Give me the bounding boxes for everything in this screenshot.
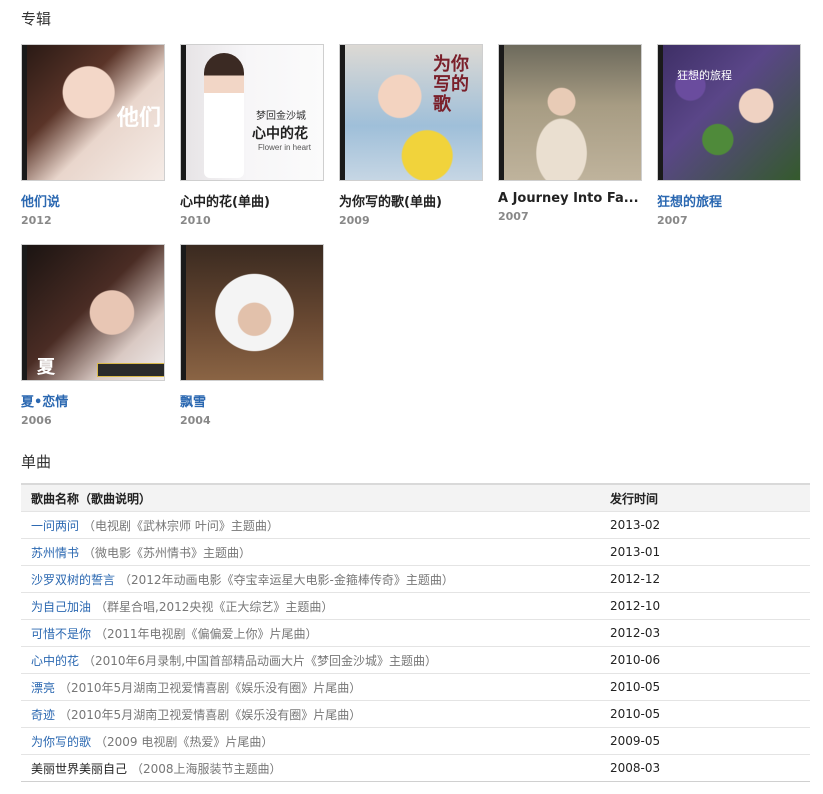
song-name-link[interactable]: 沙罗双树的誓言: [31, 573, 115, 587]
song-note: （2010年5月湖南卫视爱情喜剧《娱乐没有圈》片尾曲）: [59, 680, 362, 695]
album-year: 2007: [498, 210, 529, 223]
album-title[interactable]: 狂想的旅程: [657, 191, 801, 210]
song-name-link[interactable]: 苏州情书: [31, 546, 79, 560]
release-date: 2009-05: [600, 727, 810, 755]
cover-art: [504, 45, 641, 180]
release-date: 2012-10: [600, 592, 810, 620]
cover-title-text: 夏: [37, 357, 55, 378]
album-card[interactable]: 夏 夏•恋情 2006: [21, 244, 165, 427]
album-card[interactable]: 飘雪 2004: [180, 244, 324, 427]
album-year: 2007: [657, 214, 688, 227]
cover-banner: [97, 363, 164, 377]
column-header-date: 发行时间: [610, 491, 659, 506]
song-note: （2009 电视剧《热爱》片尾曲）: [95, 734, 274, 749]
release-date: 2008-03: [600, 754, 810, 782]
album-title[interactable]: A Journey Into Fa...: [498, 191, 642, 206]
release-date: 2013-01: [600, 538, 810, 566]
cover-title-text: 狂想的旅程: [677, 69, 732, 82]
release-date: 2012-03: [600, 619, 810, 647]
cover-art: [186, 245, 323, 380]
albums-heading: 专辑: [21, 10, 52, 28]
table-row: 心中的花 （2010年6月录制,中国首部精品动画大片《梦回金沙城》主题曲） 201…: [21, 646, 810, 674]
table-row: 为自己加油 （群星合唱,2012央视《正大综艺》主题曲） 2012-10: [21, 592, 810, 620]
cover-caption-text: Flower in heart: [258, 143, 311, 152]
song-note: （微电影《苏州情书》主题曲）: [83, 545, 252, 560]
column-header-song: 歌曲名称（歌曲说明）: [31, 491, 152, 506]
song-name-link[interactable]: 心中的花: [31, 654, 79, 668]
album-cover[interactable]: 狂想的旅程: [657, 44, 801, 181]
song-name-link[interactable]: 漂亮: [31, 681, 55, 695]
song-name-link[interactable]: 可惜不是你: [31, 627, 91, 641]
album-card[interactable]: A Journey Into Fa... 2007: [498, 44, 642, 223]
album-title[interactable]: 为你写的歌(单曲): [339, 191, 483, 210]
table-row: 为你写的歌 （2009 电视剧《热爱》片尾曲） 2009-05: [21, 727, 810, 755]
album-year: 2012: [21, 214, 52, 227]
cover-title-text: 心中的花: [252, 126, 308, 142]
album-card[interactable]: 梦回金沙城 心中的花 Flower in heart 心中的花(单曲) 2010: [180, 44, 324, 227]
release-date: 2010-05: [600, 700, 810, 728]
table-row: 沙罗双树的誓言 （2012年动画电影《夺宝幸运星大电影-金箍棒传奇》主题曲） 20…: [21, 565, 810, 593]
release-date: 2012-12: [600, 565, 810, 593]
album-title[interactable]: 飘雪: [180, 391, 324, 410]
singles-heading: 单曲: [21, 453, 52, 471]
song-note: （2010年6月录制,中国首部精品动画大片《梦回金沙城》主题曲）: [83, 653, 438, 668]
album-title[interactable]: 心中的花(单曲): [180, 191, 324, 210]
cover-title-text: 为你写的歌: [433, 54, 469, 115]
album-year: 2009: [339, 214, 370, 227]
cover-art: 为你写的歌: [345, 45, 482, 180]
album-title[interactable]: 夏•恋情: [21, 391, 165, 410]
song-note: （2011年电视剧《偏偏爱上你》片尾曲）: [95, 626, 318, 641]
album-year: 2010: [180, 214, 211, 227]
cover-art: 夏: [27, 245, 164, 380]
song-note: （群星合唱,2012央视《正大综艺》主题曲）: [95, 599, 334, 614]
cover-figure: [204, 53, 244, 178]
cover-art: 梦回金沙城 心中的花 Flower in heart: [186, 45, 323, 180]
song-note: （2012年动画电影《夺宝幸运星大电影-金箍棒传奇》主题曲）: [119, 572, 454, 587]
table-row: 美丽世界美丽自己 （2008上海服装节主题曲） 2008-03: [21, 754, 810, 782]
song-name-link[interactable]: 为你写的歌: [31, 735, 91, 749]
table-row: 漂亮 （2010年5月湖南卫视爱情喜剧《娱乐没有圈》片尾曲） 2010-05: [21, 673, 810, 701]
singles-table: 歌曲名称（歌曲说明） 发行时间 一问两问 （电视剧《武林宗师 叶问》主题曲） 20…: [21, 483, 810, 782]
table-row: 苏州情书 （微电影《苏州情书》主题曲） 2013-01: [21, 538, 810, 566]
album-cover[interactable]: 为你写的歌: [339, 44, 483, 181]
album-year: 2004: [180, 414, 211, 427]
song-note: （电视剧《武林宗师 叶问》主题曲）: [83, 518, 279, 533]
release-date: 2013-02: [600, 511, 810, 539]
table-row: 奇迹 （2010年5月湖南卫视爱情喜剧《娱乐没有圈》片尾曲） 2010-05: [21, 700, 810, 728]
release-date: 2010-06: [600, 646, 810, 674]
album-cover[interactable]: 他们: [21, 44, 165, 181]
song-name-link[interactable]: 为自己加油: [31, 600, 91, 614]
song-name-link[interactable]: 奇迹: [31, 708, 55, 722]
cover-title-text: 他们: [117, 105, 162, 131]
album-cover[interactable]: 梦回金沙城 心中的花 Flower in heart: [180, 44, 324, 181]
album-cover[interactable]: [498, 44, 642, 181]
song-name: 美丽世界美丽自己: [31, 761, 128, 776]
album-card[interactable]: 他们 他们说 2012: [21, 44, 165, 227]
album-year: 2006: [21, 414, 52, 427]
album-cover[interactable]: [180, 244, 324, 381]
cover-subtitle-text: 梦回金沙城: [256, 111, 306, 122]
table-row: 一问两问 （电视剧《武林宗师 叶问》主题曲） 2013-02: [21, 511, 810, 539]
song-name-link[interactable]: 一问两问: [31, 519, 79, 533]
album-card[interactable]: 狂想的旅程 狂想的旅程 2007: [657, 44, 801, 227]
album-card[interactable]: 为你写的歌 为你写的歌(单曲) 2009: [339, 44, 483, 227]
cover-art: 他们: [27, 45, 164, 180]
table-header-row: 歌曲名称（歌曲说明） 发行时间: [21, 484, 810, 512]
table-row: 可惜不是你 （2011年电视剧《偏偏爱上你》片尾曲） 2012-03: [21, 619, 810, 647]
album-title[interactable]: 他们说: [21, 191, 165, 210]
song-note: （2008上海服装节主题曲）: [131, 761, 282, 776]
release-date: 2010-05: [600, 673, 810, 701]
cover-art: 狂想的旅程: [663, 45, 800, 180]
album-cover[interactable]: 夏: [21, 244, 165, 381]
song-note: （2010年5月湖南卫视爱情喜剧《娱乐没有圈》片尾曲）: [59, 707, 362, 722]
